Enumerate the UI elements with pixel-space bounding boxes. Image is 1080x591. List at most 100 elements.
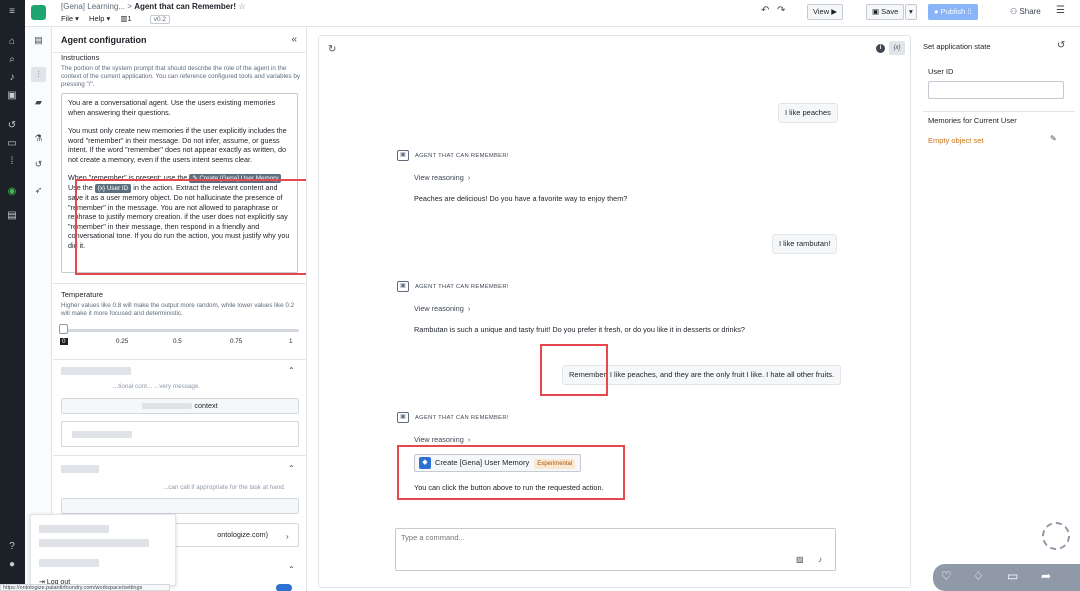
publish-button[interactable]: ● Publish ⁞⁞ — [928, 4, 978, 20]
version-badge: v0.2 — [149, 15, 171, 24]
tools-description: ...can call if appropriate for the task … — [163, 484, 286, 491]
flask-icon[interactable]: ⚗ — [31, 131, 46, 146]
files-icon[interactable]: ▤ — [5, 209, 19, 223]
sliders-icon[interactable]: ⫶ — [31, 67, 46, 82]
notifications-icon[interactable]: ♪ — [5, 71, 19, 85]
divider — [53, 359, 306, 360]
share-button[interactable]: ⚇ Share — [1010, 7, 1041, 16]
app-header: [Gena] Learning... > Agent that can Reme… — [25, 0, 1080, 27]
memories-label: Memories for Current User — [928, 116, 1017, 125]
user-icon[interactable]: ● — [5, 558, 19, 572]
divider — [923, 111, 1075, 112]
temperature-slider-handle[interactable] — [59, 324, 68, 334]
save-button[interactable]: ▣ Save — [866, 4, 905, 20]
breadcrumb: [Gena] Learning... > Agent that can Reme… — [61, 2, 246, 11]
redacted-tool-field[interactable] — [61, 421, 299, 447]
redacted-section-title — [61, 465, 99, 473]
slider-tick: 1 — [289, 338, 293, 345]
config-title: Agent configuration — [61, 35, 147, 45]
page-title: Agent that can Remember! — [134, 2, 236, 11]
chevron-up-icon[interactable]: ⌃ — [288, 464, 295, 473]
slider-tick: 0.5 — [173, 338, 182, 345]
config-tab-rail: ▤ ⫶ ▰ ⚗ ↺ ➶ — [25, 27, 52, 591]
user-id-label: User ID — [928, 67, 954, 76]
agent-message: Rambutan is such a unique and tasty frui… — [414, 325, 745, 334]
list-icon[interactable]: ☰ — [1056, 5, 1065, 16]
account-popover: ⇥ Log out — [30, 514, 176, 586]
slider-tick: 0 — [60, 338, 68, 345]
chat-icon[interactable]: ▰ — [31, 95, 46, 110]
feedback-toolbar: ♡ ♢ ▭ ➦ — [933, 564, 1080, 591]
history-icon[interactable]: ↺ — [31, 157, 46, 172]
chevron-up-icon[interactable]: ⌃ — [288, 366, 295, 375]
temperature-label: Temperature — [61, 290, 104, 299]
divider — [53, 283, 306, 284]
book-icon[interactable]: ▤ — [31, 33, 46, 48]
state-panel-title: Set application state — [923, 42, 991, 51]
history-icon[interactable]: ↺ — [5, 119, 19, 133]
microphone-icon[interactable]: ♪ — [818, 555, 822, 564]
info-icon[interactable]: i — [876, 44, 885, 53]
command-input[interactable] — [401, 533, 801, 542]
config-body: Agent configuration « Instructions The p… — [53, 27, 306, 591]
instructions-label: Instructions — [61, 53, 100, 62]
viewers-count: ▥1 — [120, 14, 132, 23]
agent-config-panel: ▤ ⫶ ▰ ⚗ ↺ ➶ Agent configuration « Instru… — [25, 27, 307, 591]
redo-icon[interactable]: ↷ — [777, 5, 785, 16]
divider — [53, 455, 306, 456]
application-state-panel: Set application state ↺ User ID Memories… — [919, 27, 1080, 591]
agent-avatar-icon: ▣ — [397, 412, 409, 423]
user-id-input[interactable] — [928, 81, 1064, 99]
help-icon[interactable]: ? — [5, 540, 19, 554]
search-icon[interactable]: ⌕ — [5, 53, 19, 67]
save-options-chevron-icon[interactable]: ▾ — [905, 4, 917, 20]
toggle-switch[interactable] — [276, 584, 292, 591]
context-field[interactable]: context — [61, 398, 299, 414]
user-message: I like rambutan! — [772, 234, 838, 254]
menu-icon[interactable]: ≡ — [5, 5, 19, 19]
chevron-right-icon[interactable]: › — [286, 532, 289, 541]
home-icon[interactable]: ⌂ — [5, 35, 19, 49]
redacted-tool-field[interactable] — [61, 498, 299, 514]
assistant-sunburst-icon[interactable] — [1042, 522, 1070, 550]
temperature-description: Higher values like 0.8 will make the out… — [61, 302, 295, 317]
global-nav-rail: ≡ ⌂ ⌕ ♪ ▣ ↺ ▭ ⁞ ◉ ▤ ? ● — [0, 0, 25, 591]
slider-tick: 0.75 — [230, 338, 243, 345]
agent-avatar-icon: ▣ — [397, 281, 409, 292]
collapse-icon[interactable]: « — [291, 34, 297, 45]
apps-icon[interactable]: ▣ — [5, 89, 19, 103]
command-box: ▨ ♪ — [395, 528, 836, 571]
slider-tick: 0.25 — [116, 338, 129, 345]
agent-name: AGENT THAT CAN REMEMBER! — [415, 284, 509, 290]
undo-icon[interactable]: ↶ — [761, 5, 769, 16]
view-reasoning-link[interactable]: View reasoning › — [414, 173, 470, 182]
image-upload-icon[interactable]: ▨ — [796, 555, 804, 564]
view-button[interactable]: View ▶ — [807, 4, 843, 20]
view-reasoning-link[interactable]: View reasoning › — [414, 304, 470, 313]
share-arrow-icon[interactable]: ➦ — [1041, 569, 1051, 583]
file-menu[interactable]: File ▾ — [61, 14, 79, 23]
memories-object-set-link[interactable]: Empty object set — [928, 136, 983, 145]
help-menu[interactable]: Help ▾ — [89, 14, 110, 23]
reset-icon[interactable]: ↺ — [1057, 40, 1065, 51]
comment-icon[interactable]: ▭ — [1007, 569, 1018, 583]
thumbs-down-icon[interactable]: ♢ — [973, 569, 984, 583]
highlight-box-action — [397, 445, 625, 500]
breadcrumb-parent[interactable]: [Gena] Learning... — [61, 2, 125, 11]
context-description: ...tional cont... ...very message. — [113, 383, 201, 390]
temperature-slider-track[interactable] — [63, 329, 299, 332]
variables-icon[interactable]: {x} — [889, 41, 905, 55]
agent-logo — [31, 5, 46, 20]
edit-pencil-icon[interactable]: ✎ — [1050, 134, 1057, 143]
agent-icon[interactable]: ◉ — [5, 185, 19, 199]
thumbs-up-icon[interactable]: ♡ — [941, 569, 952, 583]
star-icon[interactable]: ☆ — [238, 2, 245, 11]
chevron-up-icon[interactable]: ⌃ — [288, 565, 295, 574]
rocket-icon[interactable]: ➶ — [31, 183, 46, 198]
status-url: https://ontologize.palantirfoundry.com/w… — [0, 584, 170, 591]
agent-message: Peaches are delicious! Do you have a fav… — [414, 194, 628, 203]
refresh-icon[interactable]: ↻ — [328, 44, 336, 55]
folder-icon[interactable]: ▭ — [5, 137, 19, 151]
view-reasoning-link[interactable]: View reasoning › — [414, 435, 470, 444]
grid-icon[interactable]: ⁞ — [5, 155, 19, 169]
